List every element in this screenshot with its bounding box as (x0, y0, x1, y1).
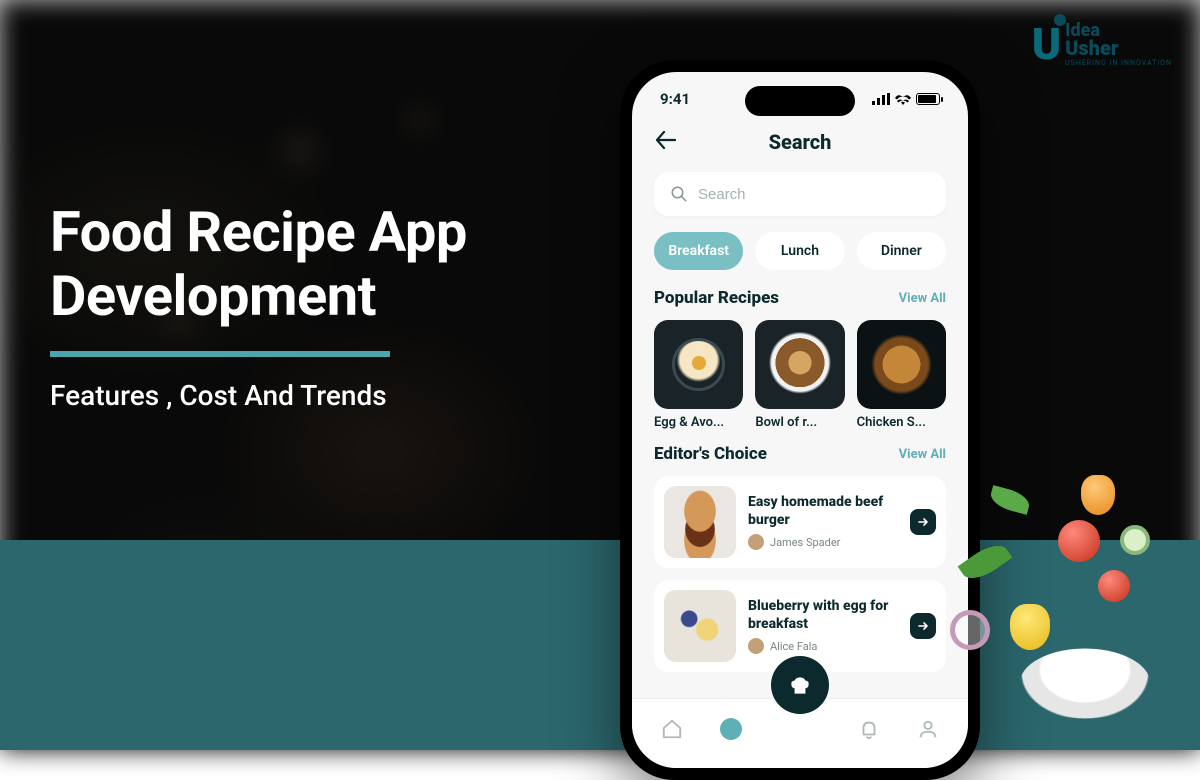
chip-breakfast[interactable]: Breakfast (654, 232, 743, 270)
logo-mark-icon: U (1032, 18, 1061, 70)
phone-mockup: 9:41 Search Breakfast Lunch (620, 60, 980, 780)
tomato-icon (1058, 520, 1100, 562)
logo-idea-usher: U Idea Usher USHERING IN INNOVATION (1032, 18, 1172, 70)
nav-profile-icon[interactable] (917, 718, 939, 740)
author-avatar (748, 638, 764, 654)
avocado-icon (1054, 656, 1090, 700)
category-chips: Breakfast Lunch Dinner (632, 232, 968, 288)
search-icon (670, 185, 688, 203)
logo-word-2: Usher (1065, 38, 1172, 58)
screen-title: Search (656, 130, 944, 154)
chef-hat-icon (787, 672, 813, 698)
battery-icon (916, 93, 940, 105)
cucumber-slice-icon (1120, 525, 1150, 555)
editor-card[interactable]: Easy homemade beef burger James Spader (654, 476, 946, 568)
recipe-thumb-bowl (755, 320, 844, 409)
dynamic-island (745, 86, 855, 116)
author-name: James Spader (770, 536, 840, 549)
app-bar: Search (632, 114, 968, 166)
hero-divider (50, 351, 390, 357)
search-input[interactable] (698, 186, 930, 203)
fab-chef-button[interactable] (771, 656, 829, 714)
wifi-icon (895, 93, 911, 105)
popular-title: Popular Recipes (654, 288, 779, 308)
popular-card[interactable]: Chicken S... (857, 320, 946, 430)
nav-bell-icon[interactable] (858, 718, 880, 740)
phone-screen: 9:41 Search Breakfast Lunch (632, 72, 968, 768)
recipe-label: Egg & Avo... (654, 415, 743, 430)
editor-thumb-burger (664, 486, 736, 558)
author-avatar (748, 534, 764, 550)
nav-home-icon[interactable] (661, 718, 683, 740)
back-arrow-icon[interactable] (656, 130, 676, 154)
salad-bowl-icon (1013, 649, 1157, 719)
arrow-right-icon[interactable] (910, 509, 936, 535)
popular-card[interactable]: Bowl of r... (755, 320, 844, 430)
nav-active-dot[interactable] (720, 718, 742, 740)
logo-tagline: USHERING IN INNOVATION (1065, 60, 1172, 67)
chip-dinner[interactable]: Dinner (857, 232, 946, 270)
editor-author-row: Alice Fala (748, 638, 898, 654)
popular-card[interactable]: Egg & Avo... (654, 320, 743, 430)
recipe-label: Chicken S... (857, 415, 946, 430)
status-time: 9:41 (660, 90, 690, 108)
arrow-right-icon[interactable] (910, 613, 936, 639)
popular-section: Popular Recipes View All Egg & Avo... Bo… (632, 288, 968, 444)
editors-view-all[interactable]: View All (899, 447, 946, 462)
author-name: Alice Fala (770, 640, 817, 653)
signal-icon (872, 93, 890, 105)
recipe-label: Bowl of r... (755, 415, 844, 430)
bell-pepper-icon (1081, 475, 1115, 515)
hero-text-block: Food Recipe App Development Features , C… (50, 200, 467, 412)
tomato-icon (1098, 570, 1130, 602)
editor-author-row: James Spader (748, 534, 898, 550)
editor-thumb-blueberry (664, 590, 736, 662)
search-field[interactable] (654, 172, 946, 216)
editor-title: Blueberry with egg for breakfast (748, 598, 898, 633)
recipe-thumb-chicken (857, 320, 946, 409)
popular-view-all[interactable]: View All (899, 291, 946, 306)
chip-lunch[interactable]: Lunch (755, 232, 844, 270)
lettuce-leaf-icon (988, 485, 1032, 515)
editor-title: Easy homemade beef burger (748, 494, 898, 529)
editors-title: Editor's Choice (654, 444, 767, 464)
bell-pepper-icon (1010, 604, 1050, 650)
recipe-thumb-egg (654, 320, 743, 409)
hero-title: Food Recipe App Development (50, 200, 467, 329)
hero-subtitle: Features , Cost And Trends (50, 379, 467, 412)
